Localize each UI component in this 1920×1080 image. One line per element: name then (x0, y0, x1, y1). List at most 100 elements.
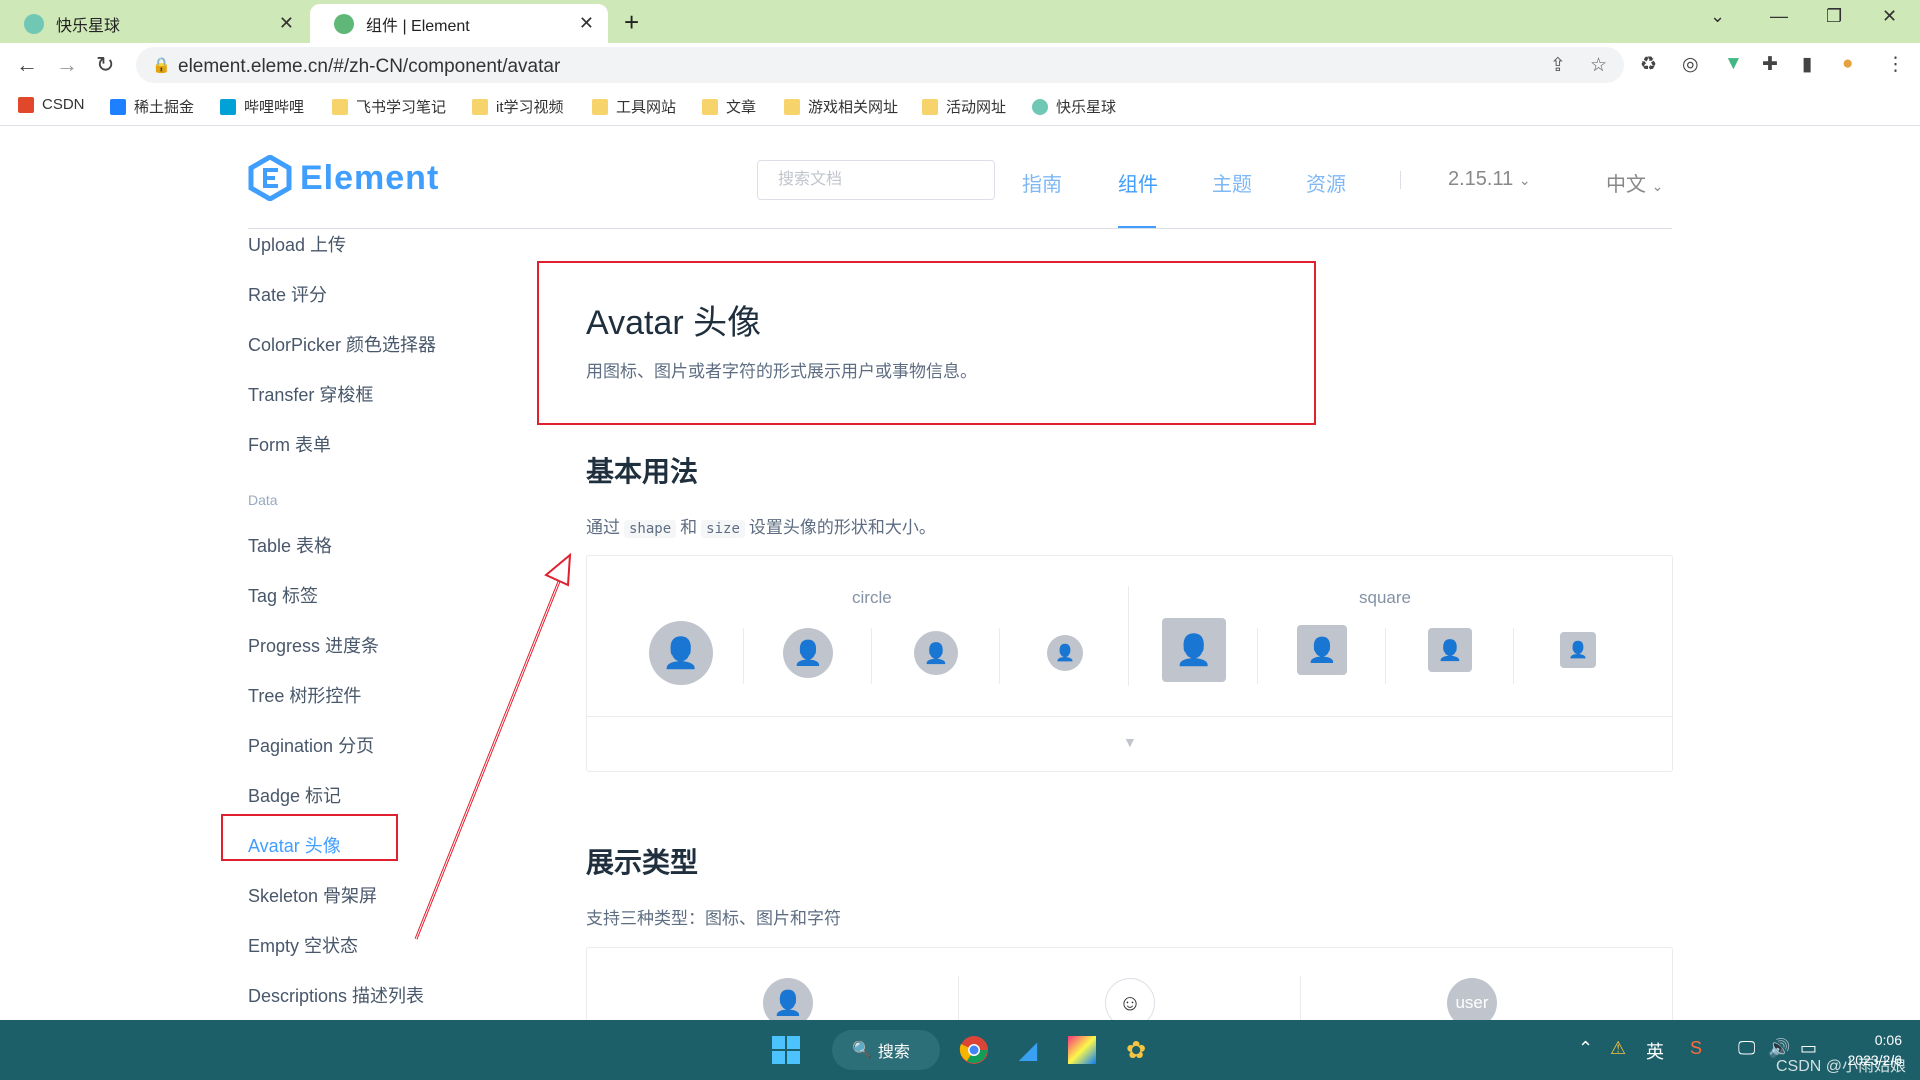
tab-element[interactable]: 组件 | Element ✕ (310, 4, 608, 43)
taskbar-search[interactable]: 🔍 搜索 (832, 1030, 940, 1070)
cell-divider (999, 628, 1000, 684)
jetbrains-logo-icon (1068, 1036, 1096, 1064)
nav-guide[interactable]: 指南 (1022, 168, 1062, 197)
element-logo[interactable]: Element (248, 155, 439, 201)
logo-text: Element (300, 158, 440, 197)
close-icon[interactable]: ✕ (279, 13, 294, 34)
tab-strip: 快乐星球 ✕ 组件 | Element ✕ + ⌄ — ❐ ✕ (0, 0, 1920, 43)
sidebar-item-table[interactable]: Table 表格 (248, 532, 332, 558)
bookmark-folder[interactable]: 游戏相关网址 (784, 96, 898, 117)
annotation-box-sidebar (221, 814, 398, 861)
header-divider (248, 228, 1672, 229)
close-window-icon[interactable]: ✕ (1882, 6, 1897, 27)
ime-indicator[interactable]: 英 (1646, 1038, 1664, 1064)
sidebar-item-descriptions[interactable]: Descriptions 描述列表 (248, 982, 424, 1008)
sidebar-item-tree[interactable]: Tree 树形控件 (248, 682, 361, 708)
avatar-circle-small: 👤 (914, 631, 958, 675)
url-text[interactable]: element.eleme.cn/#/zh-CN/component/avata… (178, 56, 560, 78)
colorful-app-icon[interactable]: ✿ (1118, 1032, 1154, 1068)
folder-icon (592, 98, 608, 115)
element-docs-page: Element 搜索文档 指南 组件 主题 资源 2.15.11 ⌄ 中文 ⌄ … (0, 127, 1920, 1020)
sidebar-item-empty[interactable]: Empty 空状态 (248, 932, 358, 958)
reload-icon[interactable]: ↻ (96, 52, 114, 78)
sidebar-item-form[interactable]: Form 表单 (248, 431, 331, 457)
nav-theme[interactable]: 主题 (1212, 168, 1252, 197)
bookmark-folder[interactable]: it学习视频 (472, 96, 564, 117)
sidebar-item-skeleton[interactable]: Skeleton 骨架屏 (248, 882, 377, 908)
windows-taskbar: 🔍 搜索 ◢ ✿ ⌃ ⚠ 英 S 🖵 🔊 ▭ 0:06 2023/2/6 (0, 1020, 1920, 1080)
avatar-circle-large: 👤 (649, 621, 713, 685)
csdn-watermark: CSDN @小雨姑娘 (1775, 1058, 1906, 1075)
search-input[interactable]: 搜索文档 (757, 160, 995, 200)
share-icon[interactable]: ⇪ (1550, 54, 1566, 77)
sidebar-item-transfer[interactable]: Transfer 穿梭框 (248, 381, 373, 407)
language-select[interactable]: 中文 ⌄ (1606, 168, 1663, 197)
nav-divider (1400, 171, 1401, 189)
bookmark-kuaile[interactable]: 快乐星球 (1032, 96, 1116, 117)
sidebar-item-badge[interactable]: Badge 标记 (248, 782, 341, 808)
user-icon: 👤 (662, 636, 700, 670)
menu-icon[interactable]: ⋮ (1886, 53, 1905, 76)
annotation-arrow (414, 552, 572, 940)
address-bar[interactable]: 🔒 element.eleme.cn/#/zh-CN/component/ava… (136, 47, 1624, 83)
vscode-app-icon[interactable]: ◢ (1010, 1032, 1046, 1068)
tray-chevron-up-icon[interactable]: ⌃ (1578, 1038, 1593, 1059)
sidebar-item-progress[interactable]: Progress 进度条 (248, 632, 379, 658)
windows-logo-icon (772, 1036, 800, 1064)
sidebar-item-rate[interactable]: Rate 评分 (248, 281, 327, 307)
star-icon[interactable]: ☆ (1590, 54, 1607, 77)
sidepanel-icon[interactable]: ▮ (1802, 53, 1812, 76)
close-icon[interactable]: ✕ (579, 13, 594, 34)
avatar-type-text: user (1447, 978, 1497, 1020)
section-heading-types: 展示类型 (586, 847, 699, 878)
jetbrains-app-icon[interactable] (1064, 1032, 1100, 1068)
element-favicon-icon (334, 13, 354, 34)
recycle-extension-icon[interactable]: ♻ (1640, 53, 1657, 76)
sogou-ime-icon[interactable]: S (1690, 1038, 1702, 1059)
search-label: 搜索 (877, 1044, 910, 1061)
new-tab-button[interactable]: + (624, 7, 639, 38)
forward-icon[interactable]: → (56, 52, 78, 78)
column-divider (1128, 586, 1129, 686)
chevron-down-icon[interactable]: ⌄ (1710, 6, 1725, 27)
sidebar-item-colorpicker[interactable]: ColorPicker 颜色选择器 (248, 331, 436, 357)
folder-icon (922, 98, 938, 115)
sidebar-item-tag[interactable]: Tag 标签 (248, 582, 318, 608)
expand-caret-icon[interactable]: ▼ (1123, 734, 1137, 750)
security-warning-icon[interactable]: ⚠ (1610, 1038, 1626, 1059)
bookmark-folder[interactable]: 活动网址 (922, 96, 1006, 117)
bookmark-folder[interactable]: 飞书学习笔记 (332, 96, 446, 117)
version-select[interactable]: 2.15.11 ⌄ (1448, 168, 1531, 191)
user-icon: 👤 (1437, 639, 1463, 662)
cell-divider (1513, 628, 1514, 684)
restore-icon[interactable]: ❐ (1826, 6, 1842, 27)
bookmark-csdn[interactable]: CSDN (18, 96, 85, 113)
network-icon[interactable]: 🖵 (1738, 1038, 1755, 1059)
folder-icon (332, 98, 348, 115)
sidebar-item-pagination[interactable]: Pagination 分页 (248, 732, 374, 758)
minimize-icon[interactable]: — (1770, 6, 1788, 27)
chevron-down-icon: ⌄ (1651, 178, 1664, 194)
tab-kuaile[interactable]: 快乐星球 ✕ (0, 4, 308, 43)
demo-block-basic: circle square 👤 👤 👤 👤 👤 👤 👤 👤 ▼ (586, 555, 1673, 772)
nav-resource[interactable]: 资源 (1306, 168, 1346, 197)
nav-component[interactable]: 组件 (1118, 168, 1158, 197)
code-size: size (701, 520, 745, 538)
avatar-type-icon: 👤 (763, 978, 813, 1020)
bookmark-juejin[interactable]: 稀土掘金 (110, 96, 194, 117)
chrome-app-icon[interactable] (956, 1032, 992, 1068)
vue-extension-icon[interactable]: ▼ (1724, 53, 1743, 75)
puzzle-icon[interactable]: ✚ (1762, 53, 1778, 76)
bookmark-folder[interactable]: 工具网站 (592, 96, 676, 117)
sidebar-item-upload[interactable]: Upload 上传 (248, 231, 346, 257)
bookmark-bilibili[interactable]: 哔哩哔哩 (220, 96, 304, 117)
bookmark-label: 飞书学习笔记 (356, 99, 447, 116)
avatar-icon[interactable]: ● (1842, 53, 1853, 75)
circle-extension-icon[interactable]: ◎ (1682, 53, 1699, 76)
bookmark-folder[interactable]: 文章 (702, 96, 756, 117)
avatar-square-large: 👤 (1162, 618, 1226, 682)
cell-divider (743, 628, 744, 684)
avatar-square-xsmall: 👤 (1560, 632, 1596, 668)
windows-start-icon[interactable] (768, 1032, 804, 1068)
back-icon[interactable]: ← (16, 52, 38, 78)
